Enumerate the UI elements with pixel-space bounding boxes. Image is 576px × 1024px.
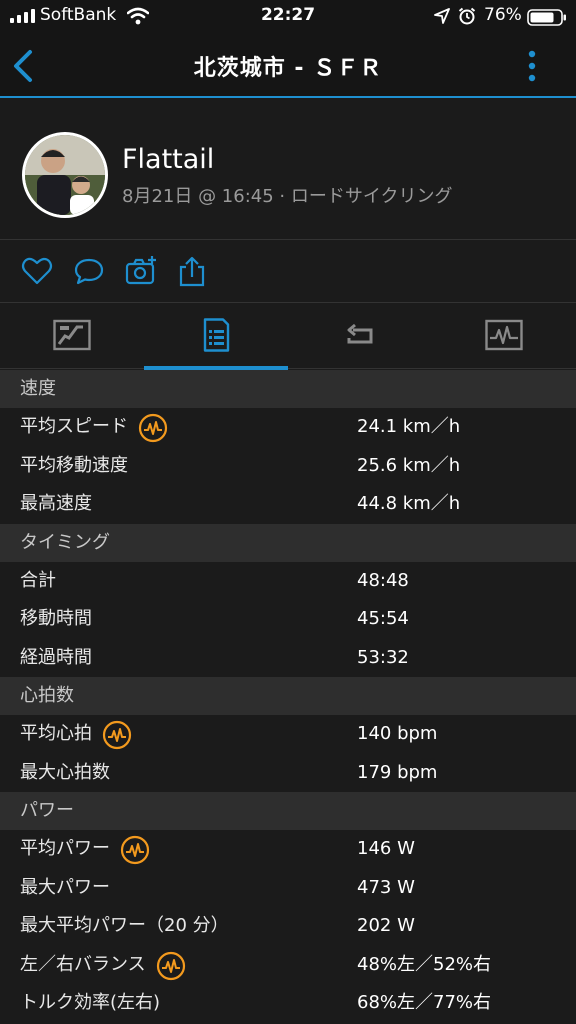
laps-icon xyxy=(347,323,373,344)
battery-icon xyxy=(527,9,566,26)
stat-value: 68%左／77%右 xyxy=(357,992,492,1013)
stat-label: 経過時間 xyxy=(20,646,92,668)
stat-label: 平均移動速度 xyxy=(20,454,128,476)
heart-rate-badge-icon[interactable] xyxy=(102,720,132,750)
stat-value: 48%左／52%右 xyxy=(357,953,492,975)
alarm-clock-icon xyxy=(458,7,476,25)
action-bar xyxy=(0,241,576,303)
stat-row: 平均スピード 24.1 km／h xyxy=(0,408,576,447)
stat-value: 24.1 km／h xyxy=(357,416,461,437)
section-header: 心拍数 xyxy=(0,677,576,715)
section-header: 速度 xyxy=(0,370,576,408)
tab-charts[interactable] xyxy=(432,303,576,369)
stat-label: 平均パワー xyxy=(20,838,110,859)
heart-rate-badge-icon[interactable] xyxy=(138,413,168,443)
comment-icon[interactable] xyxy=(73,255,105,287)
back-chevron-icon[interactable] xyxy=(10,48,38,84)
stat-row: 最大平均パワー（20 分） 202 W xyxy=(0,907,576,946)
map-overview-icon xyxy=(53,319,91,351)
stats-list-icon xyxy=(203,318,230,352)
stat-label: トルク効率(左右) xyxy=(20,992,161,1013)
heart-rate-badge-icon[interactable] xyxy=(156,951,186,981)
status-bar: SoftBank 22:27 76% xyxy=(0,0,576,34)
stat-row: 経過時間 53:32 xyxy=(0,639,576,678)
activity-meta: 8月21日 @ 16:45 · ロードサイクリング xyxy=(122,186,453,207)
stat-label: 最大心拍数 xyxy=(20,761,110,783)
stat-row: 合計 48:48 xyxy=(0,562,576,601)
navigation-bar: 北茨城市 - ＳＦＲ xyxy=(0,34,576,98)
location-arrow-icon xyxy=(434,8,450,24)
heart-rate-badge-icon[interactable] xyxy=(120,835,150,865)
tab-stats[interactable] xyxy=(144,303,288,370)
avatar-photo xyxy=(25,135,105,215)
stat-row: トルク効率(左右) 68%左／77%右 xyxy=(0,984,576,1023)
activity-title: 北茨城市 - ＳＦＲ xyxy=(193,56,383,81)
activity-header: Flattail 8月21日 @ 16:45 · ロードサイクリング xyxy=(0,100,576,240)
stat-value: 202 W xyxy=(357,915,415,936)
stat-value: 25.6 km／h xyxy=(357,454,461,476)
section-header: タイミング xyxy=(0,523,576,562)
stat-row: 平均心拍 140 bpm xyxy=(0,715,576,754)
tab-overview[interactable] xyxy=(0,303,144,369)
stat-row: 平均パワー 146 W xyxy=(0,830,576,869)
stat-label: 最高速度 xyxy=(20,493,92,514)
stat-label: 最大パワー xyxy=(20,876,110,898)
stat-row: 最高速度 44.8 km／h xyxy=(0,485,576,524)
stat-label: 合計 xyxy=(20,569,56,591)
camera-icon[interactable] xyxy=(125,255,157,287)
user-name[interactable]: Flattail xyxy=(122,144,214,175)
stat-value: 473 W xyxy=(357,876,415,898)
stat-label: 平均スピード xyxy=(20,416,128,437)
more-options-icon[interactable] xyxy=(520,48,544,84)
stat-row: 最大心拍数 179 bpm xyxy=(0,754,576,793)
stat-label: 左／右バランス xyxy=(20,953,146,975)
battery-percentage: 76% xyxy=(484,5,522,25)
tab-laps[interactable] xyxy=(288,303,432,369)
stat-label: 移動時間 xyxy=(20,608,92,629)
stat-row: 最大パワー 473 W xyxy=(0,869,576,908)
chart-icon xyxy=(485,319,523,351)
stat-value: 140 bpm xyxy=(357,723,438,744)
stat-value: 146 W xyxy=(357,838,415,859)
stat-row: 左／右バランス 48%左／52%右 xyxy=(0,946,576,985)
avatar[interactable] xyxy=(22,132,108,218)
share-icon[interactable] xyxy=(176,255,208,287)
stat-row: 平均移動速度 25.6 km／h xyxy=(0,447,576,486)
stat-value: 45:54 xyxy=(357,608,409,629)
stat-row: 移動時間 45:54 xyxy=(0,600,576,639)
section-header: パワー xyxy=(0,792,576,830)
stat-value: 53:32 xyxy=(357,646,409,668)
heart-icon[interactable] xyxy=(21,255,53,287)
tab-bar xyxy=(0,303,576,370)
stat-label: 最大平均パワー（20 分） xyxy=(20,915,229,936)
stats-list[interactable]: 速度平均スピード 24.1 km／h 平均移動速度 25.6 km／h 最高速度 44.8… xyxy=(0,370,576,1023)
stat-label: 平均心拍 xyxy=(20,723,92,744)
stat-value: 179 bpm xyxy=(357,761,438,783)
stat-value: 48:48 xyxy=(357,569,409,591)
stat-value: 44.8 km／h xyxy=(357,493,461,514)
